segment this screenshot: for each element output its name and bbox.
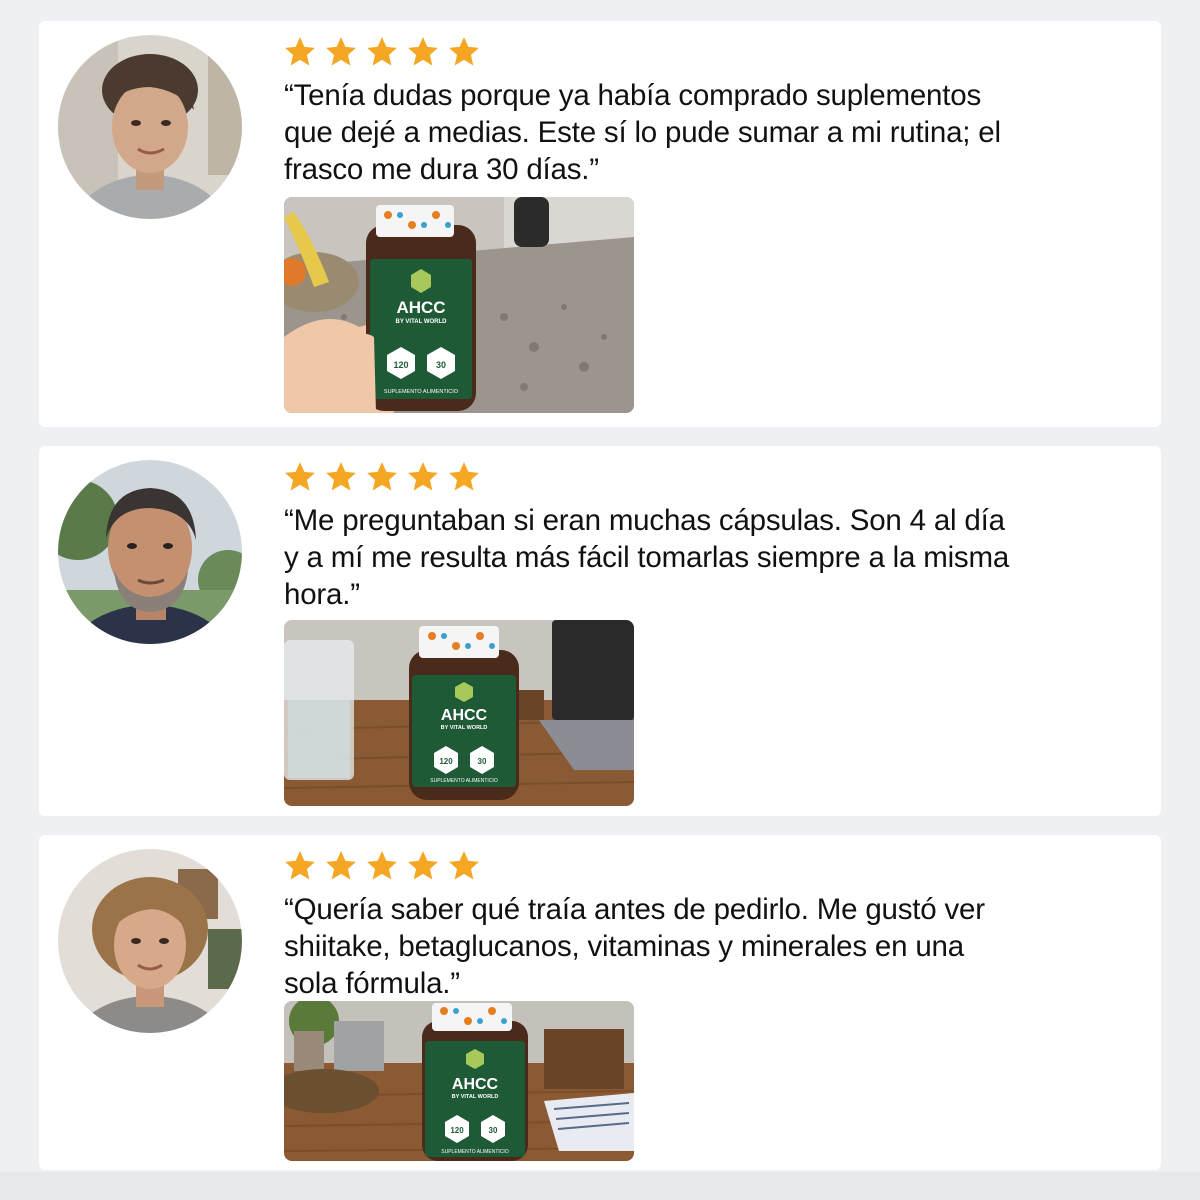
star-rating bbox=[283, 849, 481, 883]
review-quote: “Quería saber qué traía antes de pedirlo… bbox=[284, 893, 985, 1000]
bottle-servings-text: 30 bbox=[489, 1126, 498, 1135]
reviewer-avatar bbox=[58, 849, 242, 1033]
man-avatar-icon bbox=[58, 460, 242, 644]
bottle-brand-text: AHCC bbox=[441, 707, 488, 724]
review-quote: “Me preguntaban si eran muchas cápsulas.… bbox=[284, 504, 1010, 611]
review-quote: “Tenía dudas porque ya había comprado su… bbox=[284, 79, 1001, 186]
bottle-sub-text: BY VITAL WORLD bbox=[441, 725, 488, 731]
star-icon bbox=[326, 37, 356, 66]
star-icon bbox=[367, 851, 397, 880]
star-icon bbox=[326, 851, 356, 880]
bottle-count-text: 120 bbox=[393, 360, 408, 370]
review-card: “Tenía dudas porque ya había comprado su… bbox=[39, 21, 1161, 427]
product-photo-table: AHCC BY VITAL WORLD 120 30 SUPLEMENTO AL… bbox=[284, 620, 634, 806]
star-icon bbox=[449, 851, 479, 880]
bottle-servings-text: 30 bbox=[478, 757, 487, 766]
review-photo: AHCC BY VITAL WORLD 120 30 SUPLEMENTO AL… bbox=[284, 620, 634, 806]
woman-avatar-icon bbox=[58, 35, 242, 219]
bottle-brand-text: AHCC bbox=[452, 1076, 499, 1093]
star-icon bbox=[285, 462, 315, 491]
bottle-servings-text: 30 bbox=[436, 360, 446, 370]
star-icon bbox=[449, 37, 479, 66]
star-icon bbox=[449, 462, 479, 491]
star-icon bbox=[408, 851, 438, 880]
review-photo: AHCC BY VITAL WORLD 120 30 SUPLEMENTO AL… bbox=[284, 1001, 634, 1161]
star-icon bbox=[285, 851, 315, 880]
product-photo-kitchen: AHCC BY VITAL WORLD 120 30 SUPLEMENTO AL… bbox=[284, 197, 634, 413]
reviewer-avatar bbox=[58, 460, 242, 644]
star-icon bbox=[408, 37, 438, 66]
bottle-brand-text: AHCC bbox=[396, 298, 445, 317]
review-card: “Me preguntaban si eran muchas cápsulas.… bbox=[39, 446, 1161, 816]
woman-avatar-icon bbox=[58, 849, 242, 1033]
product-photo-dining: AHCC BY VITAL WORLD 120 30 SUPLEMENTO AL… bbox=[284, 1001, 634, 1161]
star-rating bbox=[283, 35, 481, 69]
star-icon bbox=[367, 462, 397, 491]
star-icon bbox=[367, 37, 397, 66]
bottle-footer-text: SUPLEMENTO ALIMENTICIO bbox=[441, 1149, 509, 1155]
star-icon bbox=[408, 462, 438, 491]
review-card: “Quería saber qué traía antes de pedirlo… bbox=[39, 835, 1161, 1170]
review-photo: AHCC BY VITAL WORLD 120 30 SUPLEMENTO AL… bbox=[284, 197, 634, 413]
bottle-count-text: 120 bbox=[450, 1126, 464, 1135]
bottle-footer-text: SUPLEMENTO ALIMENTICIO bbox=[430, 778, 498, 784]
bottle-footer-text: SUPLEMENTO ALIMENTICIO bbox=[384, 389, 459, 395]
star-icon bbox=[285, 37, 315, 66]
star-rating bbox=[283, 460, 481, 494]
bottle-sub-text: BY VITAL WORLD bbox=[396, 319, 448, 325]
star-icon bbox=[326, 462, 356, 491]
reviewer-avatar bbox=[58, 35, 242, 219]
page-footer-strip bbox=[0, 1172, 1200, 1200]
bottle-count-text: 120 bbox=[439, 757, 453, 766]
bottle-sub-text: BY VITAL WORLD bbox=[452, 1094, 499, 1100]
